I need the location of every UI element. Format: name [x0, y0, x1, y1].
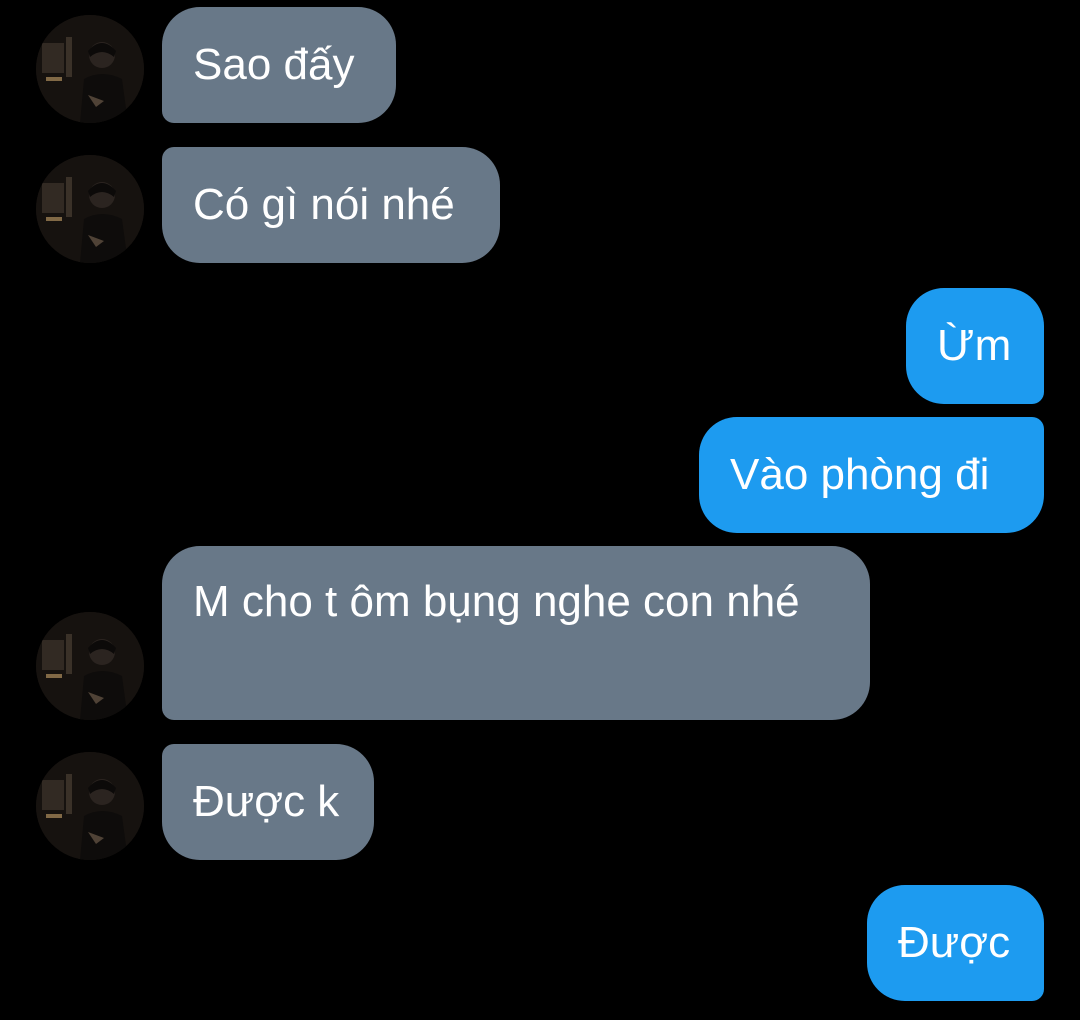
message-bubble-incoming[interactable]: Được k	[162, 744, 374, 860]
message-bubble-outgoing[interactable]: Ừm	[906, 288, 1044, 404]
message-bubble-outgoing[interactable]: Vào phòng đi	[699, 417, 1044, 533]
avatar-photo-icon	[36, 155, 144, 263]
message-bubble-incoming[interactable]: M cho t ôm bụng nghe con nhé	[162, 546, 870, 720]
sender-avatar[interactable]	[36, 155, 144, 263]
avatar-photo-icon	[36, 752, 144, 860]
sender-avatar[interactable]	[36, 612, 144, 720]
avatar-photo-icon	[36, 15, 144, 123]
message-bubble-incoming[interactable]: Sao đấy	[162, 7, 396, 123]
message-bubble-incoming[interactable]: Có gì nói nhé	[162, 147, 500, 263]
sender-avatar[interactable]	[36, 15, 144, 123]
avatar-photo-icon	[36, 612, 144, 720]
message-bubble-outgoing[interactable]: Được	[867, 885, 1044, 1001]
sender-avatar[interactable]	[36, 752, 144, 860]
